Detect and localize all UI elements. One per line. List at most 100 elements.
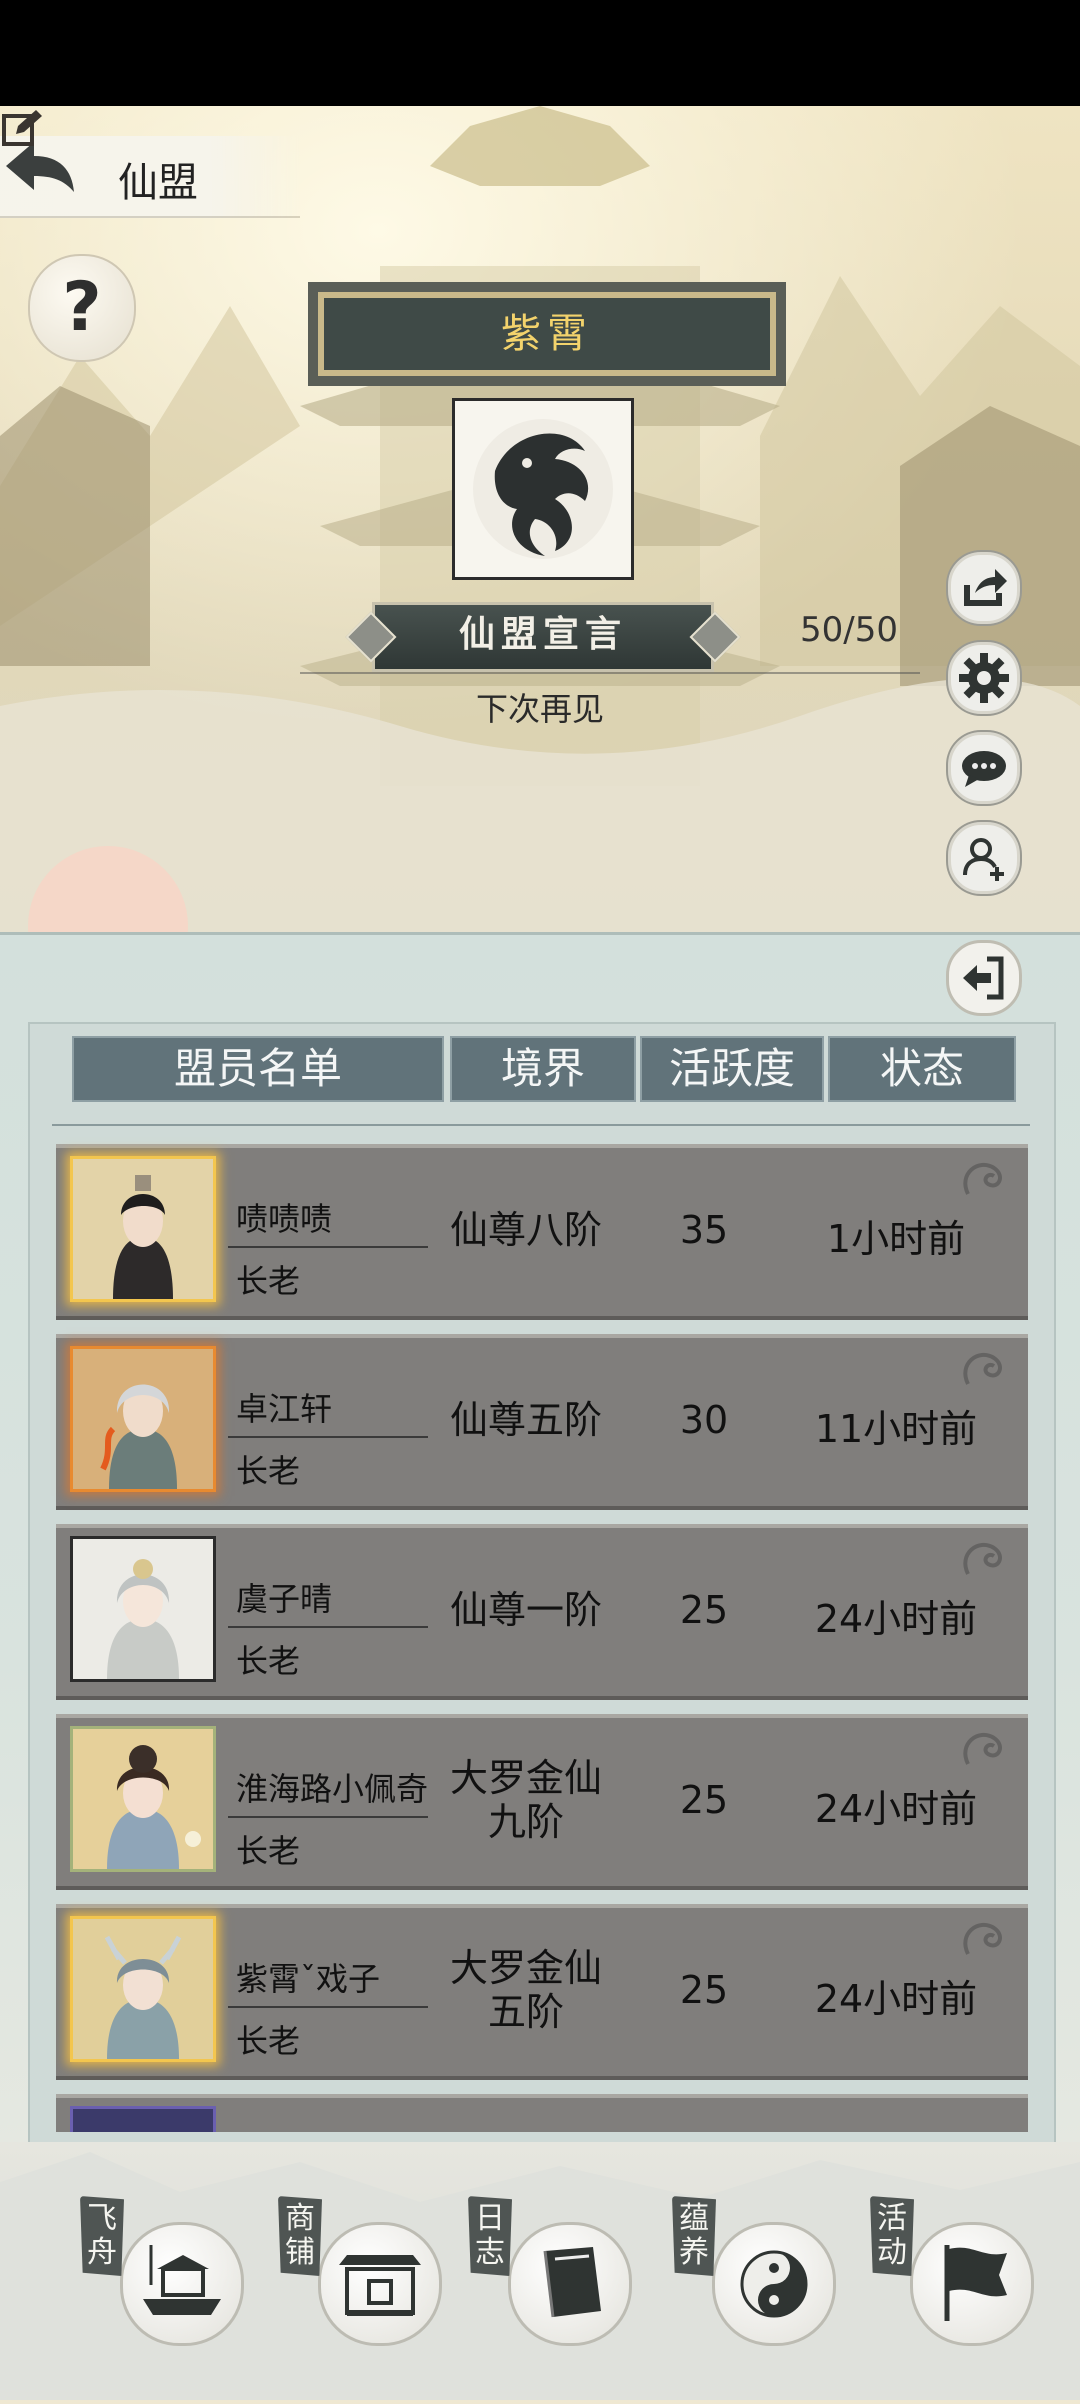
table-row[interactable]: 淮海路小佩奇 长老 大罗金仙 九阶 25 24小时前 xyxy=(56,1714,1028,1890)
member-activity: 25 xyxy=(679,1588,729,1632)
portrait-icon xyxy=(73,1729,213,1869)
page-title: 仙盟 xyxy=(118,160,198,206)
member-role: 长老 xyxy=(236,1642,301,1680)
avatar[interactable] xyxy=(70,1156,216,1302)
help-button[interactable]: ? xyxy=(28,254,136,362)
member-list[interactable]: 啧啧啧 长老 仙尊八阶 35 1小时前 卓江轩 长老 仙尊五阶 30 11小时前 xyxy=(0,1134,1080,2132)
member-role: 长老 xyxy=(236,1262,301,1300)
table-row[interactable]: 卓江轩 长老 仙尊五阶 30 11小时前 xyxy=(56,1334,1028,1510)
column-header-status[interactable]: 状态 xyxy=(828,1036,1016,1102)
nav-label: 日志 xyxy=(468,2196,512,2276)
cloud-ornament-icon xyxy=(963,1732,1002,1765)
member-name: 虞子晴 xyxy=(236,1580,333,1618)
leave-sect-button[interactable] xyxy=(946,940,1022,1016)
share-icon xyxy=(964,569,1007,606)
name-underline xyxy=(228,1626,428,1628)
cloud-ornament-icon xyxy=(963,1162,1002,1195)
column-header-realm[interactable]: 境界 xyxy=(450,1036,636,1102)
table-row[interactable]: 虞子晴 长老 仙尊一阶 25 24小时前 xyxy=(56,1524,1028,1700)
flag-icon xyxy=(944,2245,1007,2321)
portrait-icon xyxy=(73,1919,213,2059)
name-underline xyxy=(228,2006,428,2008)
member-realm: 仙尊一阶 xyxy=(449,1588,602,1632)
book-icon xyxy=(543,2247,601,2318)
edit-declaration-icon[interactable] xyxy=(0,106,44,150)
member-status: 11小时前 xyxy=(814,1407,978,1451)
add-member-icon xyxy=(963,838,1004,881)
dragon-emblem-icon xyxy=(473,419,613,559)
member-status: 24小时前 xyxy=(814,1597,978,1641)
portrait-icon xyxy=(73,1349,213,1489)
column-header-members[interactable]: 盟员名单 xyxy=(72,1036,444,1102)
nav-circle xyxy=(318,2222,442,2346)
member-name: 卓江轩 xyxy=(236,1390,333,1428)
nav-label: 商铺 xyxy=(278,2196,322,2276)
member-role: 长老 xyxy=(236,1452,301,1490)
cloud-ornament-icon xyxy=(963,1352,1002,1385)
settings-button[interactable] xyxy=(948,642,1020,714)
member-status: 24小时前 xyxy=(814,1977,978,2021)
column-header-activity[interactable]: 活跃度 xyxy=(640,1036,824,1102)
shop-icon xyxy=(339,2255,421,2316)
name-underline xyxy=(228,1436,428,1438)
nav-events[interactable]: 活动 xyxy=(870,2196,1040,2356)
nav-circle xyxy=(120,2222,244,2346)
member-name: 淮海路小佩奇 xyxy=(236,1770,429,1808)
cloud-ornament-icon xyxy=(963,1542,1002,1575)
header-divider xyxy=(52,1124,1030,1126)
gear-icon xyxy=(959,653,1009,703)
table-row[interactable] xyxy=(56,2094,1028,2132)
nav-label: 蕴养 xyxy=(672,2196,716,2276)
cloud-ornament-icon xyxy=(963,1922,1002,1955)
member-realm: 仙尊八阶 xyxy=(449,1208,602,1252)
nav-airship[interactable]: 飞舟 xyxy=(80,2196,250,2356)
avatar[interactable] xyxy=(70,2106,216,2132)
divider xyxy=(300,672,920,674)
portrait-icon xyxy=(73,1159,213,1299)
nav-label: 活动 xyxy=(870,2196,914,2276)
nav-journal[interactable]: 日志 xyxy=(468,2196,638,2356)
nav-shop[interactable]: 商铺 xyxy=(278,2196,448,2356)
member-table-header: 盟员名单 境界 活跃度 状态 xyxy=(72,1036,1018,1102)
member-status: 24小时前 xyxy=(814,1787,978,1831)
member-activity: 30 xyxy=(679,1398,729,1442)
table-row[interactable]: 啧啧啧 长老 仙尊八阶 35 1小时前 xyxy=(56,1144,1028,1320)
declaration-banner: 仙盟宣言 xyxy=(372,602,714,672)
sect-name: 紫霄 xyxy=(318,292,776,376)
member-realm: 大罗金仙 五阶 xyxy=(449,1946,602,2034)
member-realm: 仙尊五阶 xyxy=(449,1398,602,1442)
sect-emblem[interactable] xyxy=(452,398,634,580)
add-member-button[interactable] xyxy=(948,822,1020,894)
member-name: 紫霄ˇ戏子 xyxy=(236,1960,381,1998)
boat-icon xyxy=(143,2245,221,2315)
nav-label: 飞舟 xyxy=(80,2196,124,2276)
sect-hall-background: 仙盟 ? 紫霄 仙盟宣言 50/50 下次再见 xyxy=(0,106,1080,936)
status-bar xyxy=(0,0,1080,106)
member-role: 长老 xyxy=(236,1832,301,1870)
avatar[interactable] xyxy=(70,1346,216,1492)
back-bar: 仙盟 xyxy=(0,136,300,218)
member-activity: 25 xyxy=(679,1778,729,1822)
chat-icon xyxy=(962,751,1006,787)
portrait-icon xyxy=(73,1539,213,1679)
member-activity: 35 xyxy=(679,1208,729,1252)
member-role: 长老 xyxy=(236,2022,301,2060)
member-activity: 25 xyxy=(679,1968,729,2012)
nav-circle xyxy=(508,2222,632,2346)
member-status: 1小时前 xyxy=(826,1217,966,1261)
nav-circle xyxy=(712,2222,836,2346)
member-realm: 大罗金仙 九阶 xyxy=(449,1756,602,1844)
name-underline xyxy=(228,1816,428,1818)
yinyang-icon xyxy=(740,2250,808,2318)
nav-circle xyxy=(910,2222,1034,2346)
chat-button[interactable] xyxy=(948,732,1020,804)
share-button[interactable] xyxy=(948,552,1020,624)
member-name: 啧啧啧 xyxy=(236,1200,333,1238)
avatar[interactable] xyxy=(70,1726,216,1872)
member-count: 50/50 xyxy=(800,610,898,650)
nav-cultivate[interactable]: 蕴养 xyxy=(672,2196,842,2356)
declaration-text: 下次再见 xyxy=(475,690,604,728)
table-row[interactable]: 紫霄ˇ戏子 长老 大罗金仙 五阶 25 24小时前 xyxy=(56,1904,1028,2080)
avatar[interactable] xyxy=(70,1536,216,1682)
avatar[interactable] xyxy=(70,1916,216,2062)
